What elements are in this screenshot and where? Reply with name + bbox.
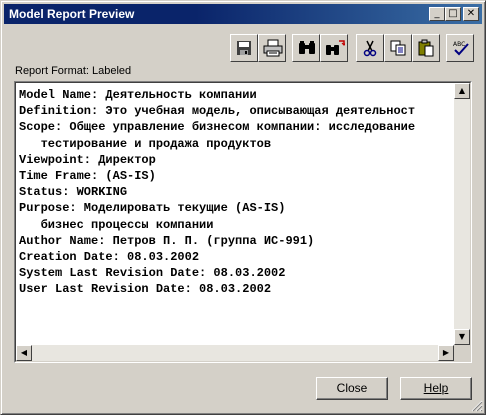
cut-button[interactable] <box>356 34 384 62</box>
report-line: тестирование и продажа продуктов <box>19 136 272 151</box>
binoculars-icon <box>299 41 315 54</box>
scroll-right-button[interactable]: ▶ <box>438 345 454 361</box>
close-icon: ✕ <box>466 8 476 19</box>
copy-button[interactable] <box>384 34 412 62</box>
report-line: Author Name: Петров П. П. (группа ИС-991… <box>19 233 315 248</box>
report-line: бизнес процессы компании <box>19 217 214 232</box>
horizontal-scrollbar[interactable]: ◀ ▶ <box>16 345 454 361</box>
scroll-up-button[interactable]: ▲ <box>454 83 470 99</box>
replace-button[interactable] <box>320 34 348 62</box>
scissors-icon <box>363 40 377 57</box>
report-text[interactable]: Model Name: Деятельность компании Definit… <box>19 87 455 345</box>
binoculars-replace-icon <box>326 40 345 55</box>
help-button-label: Help <box>423 381 449 395</box>
svg-text:ABC: ABC <box>453 41 465 48</box>
resize-grip-icon[interactable] <box>471 400 483 412</box>
spellcheck-button[interactable]: ABC <box>446 34 474 62</box>
find-button[interactable] <box>292 34 320 62</box>
report-line: Viewpoint: Директор <box>19 152 156 167</box>
printer-icon <box>263 39 283 57</box>
copy-icon <box>390 40 406 56</box>
print-button[interactable] <box>258 34 286 62</box>
scroll-left-button[interactable]: ◀ <box>16 345 32 361</box>
report-format-label: Report Format: Labeled <box>15 65 132 77</box>
report-line: Creation Date: 08.03.2002 <box>19 250 200 265</box>
report-line: System Last Revision Date: 08.03.2002 <box>19 266 286 281</box>
floppy-disk-icon <box>237 41 251 55</box>
vertical-scrollbar[interactable]: ▲ ▼ <box>454 83 470 345</box>
window-title: Model Report Preview <box>9 7 135 21</box>
arrow-right-icon: ▶ <box>442 348 450 357</box>
arrow-down-icon: ▼ <box>458 332 466 341</box>
clipboard-icon <box>418 39 434 57</box>
title-bar[interactable]: Model Report Preview _ □ ✕ <box>4 4 482 24</box>
report-line: Definition: Это учебная модель, описываю… <box>19 104 416 119</box>
report-line: User Last Revision Date: 08.03.2002 <box>19 282 272 297</box>
paste-button[interactable] <box>412 34 440 62</box>
save-button[interactable] <box>230 34 258 62</box>
scroll-down-button[interactable]: ▼ <box>454 329 470 345</box>
report-line: Model Name: Деятельность компании <box>19 88 257 102</box>
report-line: Time Frame: (AS-IS) <box>19 169 156 184</box>
help-button[interactable]: Help <box>400 377 472 400</box>
arrow-up-icon: ▲ <box>458 86 466 95</box>
report-text-area[interactable]: Model Name: Деятельность компании Definit… <box>14 81 472 363</box>
report-line: Scope: Общее управление бизнесом компани… <box>19 120 416 135</box>
abc-check-icon: ABC <box>453 41 469 56</box>
arrow-left-icon: ◀ <box>20 348 28 357</box>
minimize-button[interactable]: _ <box>429 7 445 21</box>
close-button[interactable]: Close <box>316 377 388 400</box>
report-line: Purpose: Моделировать текущие (AS-IS) <box>19 201 286 216</box>
maximize-icon: □ <box>448 8 458 19</box>
minimize-icon: _ <box>434 8 440 19</box>
maximize-button[interactable]: □ <box>445 7 461 21</box>
scroll-corner <box>454 345 470 361</box>
report-line: Status: WORKING <box>19 185 128 200</box>
model-report-preview-window: Model Report Preview _ □ ✕ ABC Report Fo… <box>0 0 486 415</box>
close-window-button[interactable]: ✕ <box>463 7 479 21</box>
